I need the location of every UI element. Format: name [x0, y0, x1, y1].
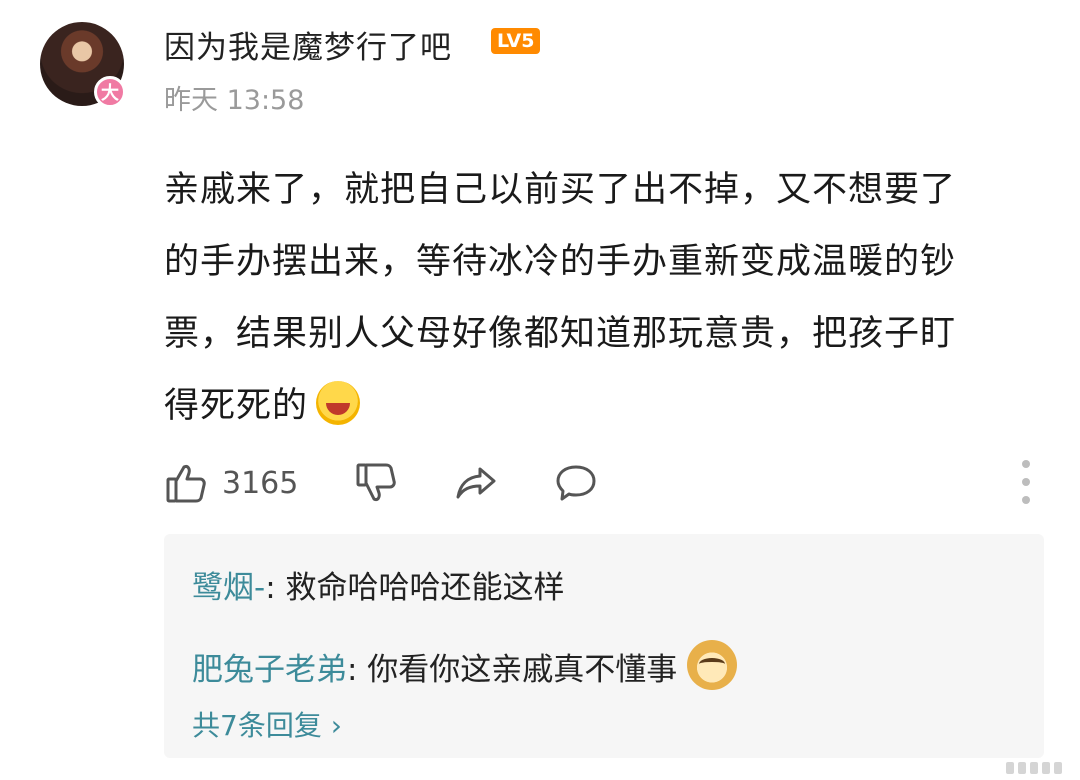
comment-body: 亲戚来了，就把自己以前买了出不掉，又不想要了 的手办摆出来，等待冰冷的手办重新变… [164, 154, 1044, 442]
reply-text: : 你看你这亲戚真不懂事 [347, 652, 678, 688]
reply-author[interactable]: 肥兔子老弟 [192, 652, 347, 688]
reply-item[interactable]: 肥兔子老弟: 你看你这亲戚真不懂事 [192, 640, 738, 690]
thumbs-down-icon [356, 463, 396, 501]
thumbs-up-icon [166, 465, 206, 503]
comment-line-text: 得死死的 [164, 386, 309, 426]
reply-button[interactable] [554, 461, 654, 505]
like-count: 3165 [222, 465, 299, 501]
timestamp: 昨天 13:58 [164, 85, 305, 116]
like-button[interactable]: 3165 [164, 461, 354, 505]
reply-text: : 救命哈哈哈还能这样 [265, 570, 565, 606]
comment-icon [556, 465, 596, 501]
comment-line: 的手办摆出来，等待冰冷的手办重新变成温暖的钞 [164, 242, 957, 282]
dislike-button[interactable] [354, 461, 454, 505]
reply-preview-box[interactable]: 鹭烟-: 救命哈哈哈还能这样 肥兔子老弟: 你看你这亲戚真不懂事 共7条回复 › [164, 534, 1044, 758]
laugh-cry-emoji-icon [316, 381, 361, 425]
share-icon [456, 467, 496, 499]
level-badge: LV5 [491, 28, 541, 54]
view-more-replies-link[interactable]: 共7条回复 › [192, 704, 342, 744]
action-bar: 3165 [164, 458, 1044, 508]
more-vertical-icon[interactable] [1018, 460, 1034, 504]
reply-author[interactable]: 鹭烟- [192, 570, 265, 606]
share-button[interactable] [454, 461, 554, 505]
reply-item[interactable]: 鹭烟-: 救命哈哈哈还能这样 [192, 562, 565, 607]
comment-line: 得死死的 [164, 370, 1044, 442]
comment-line: 票，结果别人父母好像都知道那玩意贵，把孩子盯 [164, 314, 957, 354]
avatar-badge: 大 [94, 76, 126, 108]
watermark [1006, 762, 1066, 774]
comment-line: 亲戚来了，就把自己以前买了出不掉，又不想要了 [164, 170, 957, 210]
username[interactable]: 因为我是魔梦行了吧 [164, 22, 452, 67]
doge-emoji-icon [687, 640, 738, 690]
